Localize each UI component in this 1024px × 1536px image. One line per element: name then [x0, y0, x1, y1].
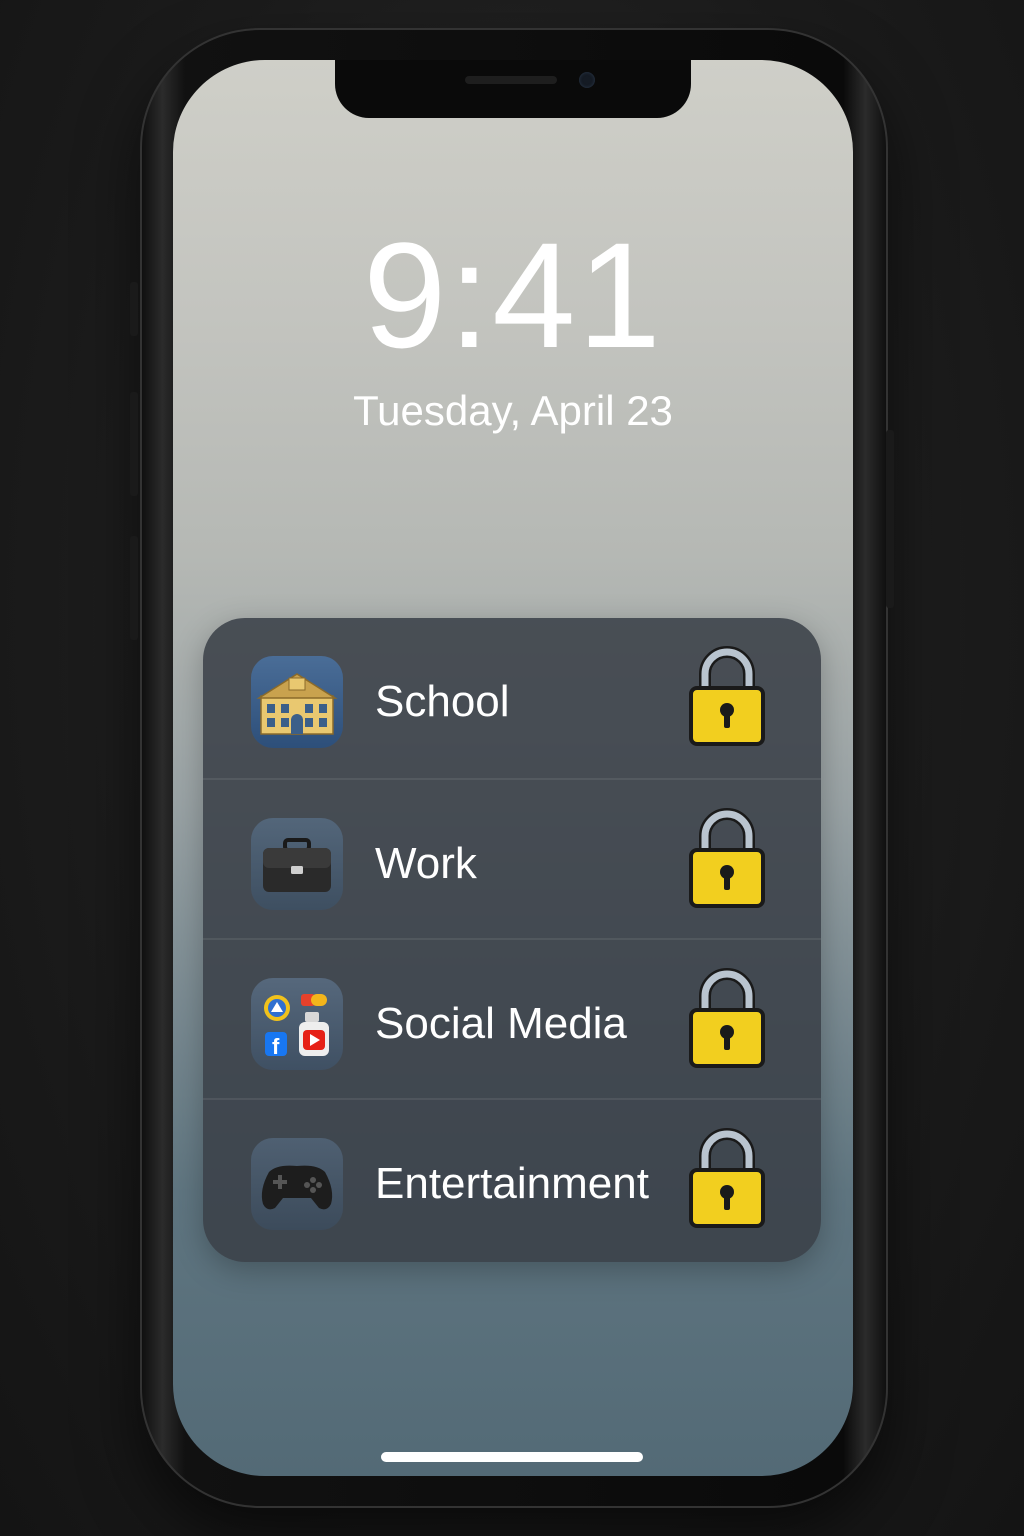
power-button	[886, 430, 894, 608]
focus-label-entertainment: Entertainment	[375, 1159, 649, 1208]
lock-icon	[687, 1126, 767, 1230]
game-controller-icon	[251, 1138, 343, 1230]
focus-row-entertainment[interactable]: Entertainment	[203, 1098, 821, 1258]
school-building-icon	[251, 656, 343, 748]
focus-label-school: School	[375, 677, 510, 726]
focus-label-social-media: Social Media	[375, 999, 627, 1048]
notch	[335, 60, 691, 118]
silent-switch	[130, 282, 138, 336]
clock-time: 9:41	[363, 211, 663, 379]
focus-row-work[interactable]: Work	[203, 778, 821, 938]
social-apps-icon: f	[251, 978, 343, 1070]
lock-screen: 9:41 Tuesday, April 23 School Work f Soc…	[173, 60, 853, 1476]
lock-icon	[687, 806, 767, 910]
focus-label-work: Work	[375, 839, 477, 888]
earpiece-speaker	[465, 76, 557, 84]
briefcase-icon	[251, 818, 343, 910]
lock-icon	[687, 966, 767, 1070]
front-camera	[579, 72, 595, 88]
clock-date: Tuesday, April 23	[353, 387, 673, 434]
focus-row-social-media[interactable]: f Social Media	[203, 938, 821, 1098]
focus-row-school[interactable]: School	[203, 618, 821, 778]
svg-text:f: f	[272, 1034, 280, 1059]
volume-down-button	[130, 536, 138, 640]
focus-mode-panel: School Work f Social Media Entertainment	[203, 618, 821, 1262]
lock-icon	[687, 644, 767, 748]
home-indicator[interactable]	[381, 1452, 643, 1462]
volume-up-button	[130, 392, 138, 496]
